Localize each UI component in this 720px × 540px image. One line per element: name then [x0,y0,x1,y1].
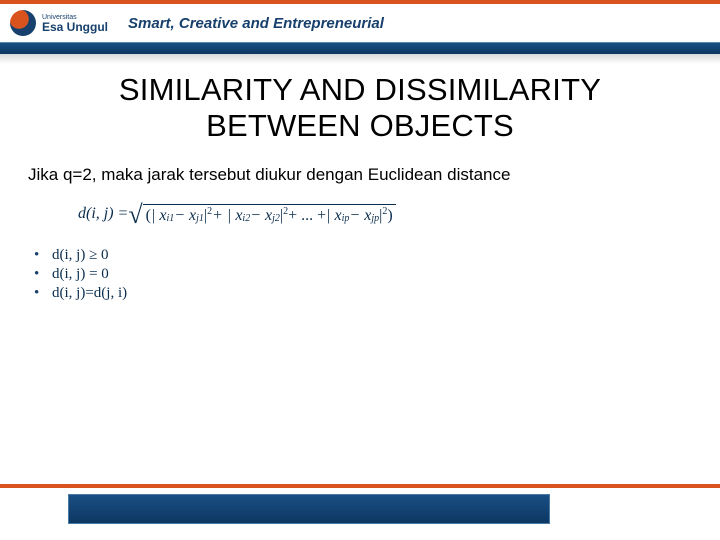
properties-list: d(i, j) ≥ 0 d(i, j) = 0 d(i, j)=d(j, i) [34,247,692,302]
logo-icon [10,10,36,36]
body-text: Jika q=2, maka jarak tersebut diukur den… [28,165,692,185]
sqrt-icon: √ [128,200,142,230]
slide-title: SIMILARITY AND DISSIMILARITY BETWEEN OBJ… [28,72,692,143]
footer-orange-border [0,484,720,488]
formula-lhs: d(i, j) = [78,205,128,223]
footer-bar [0,484,720,540]
title-line-2: BETWEEN OBJECTS [206,108,514,143]
property-item: d(i, j) = 0 [34,266,692,283]
header-orange-border [0,0,720,4]
title-line-1: SIMILARITY AND DISSIMILARITY [119,72,601,107]
header-inner: Universitas Esa Unggul Smart, Creative a… [0,0,720,42]
property-item: d(i, j)=d(j, i) [34,285,692,302]
header-bar: Universitas Esa Unggul Smart, Creative a… [0,0,720,54]
euclidean-formula: d(i, j) = √ (| xi1 − xj1 |2 + | xi2 − xj… [78,199,692,229]
header-blue-bar [0,42,720,54]
header-shadow [0,54,720,64]
footer-blue-panel [68,494,550,524]
formula-radicand: (| xi1 − xj1 |2 + | xi2 − xj2 |2 + ... +… [143,204,396,225]
logo: Universitas Esa Unggul [10,10,108,36]
logo-text: Universitas Esa Unggul [42,14,108,33]
tagline: Smart, Creative and Entrepreneurial [128,15,384,32]
property-item: d(i, j) ≥ 0 [34,247,692,264]
slide-content: SIMILARITY AND DISSIMILARITY BETWEEN OBJ… [0,54,720,302]
logo-name: Esa Unggul [42,20,108,34]
